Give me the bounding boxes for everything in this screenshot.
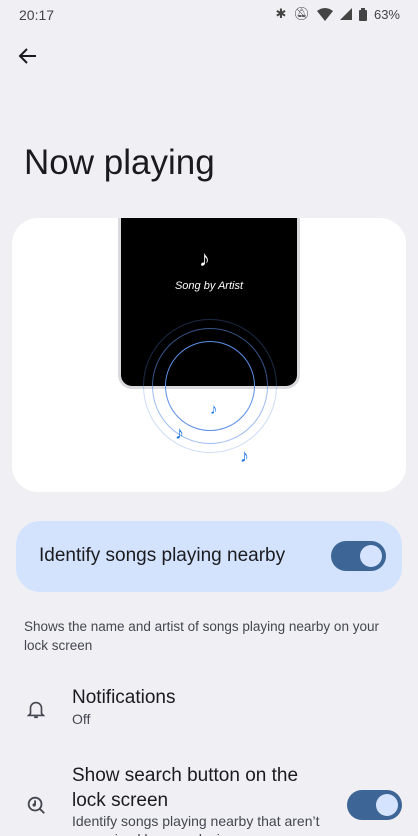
signal-icon — [339, 8, 352, 20]
wifi-icon — [316, 7, 333, 21]
back-arrow-icon[interactable] — [16, 44, 40, 68]
notifications-off-icon: 🔕︎ — [293, 6, 310, 21]
music-note-icon: ♪ — [210, 401, 218, 418]
status-bar: 20:17 ✱ 🔕︎ 63% — [0, 0, 418, 30]
bluetooth-icon: ✱ — [275, 6, 287, 21]
now-playing-illustration: ♪ Song by Artist ♪ ♪ ♪ — [12, 218, 406, 492]
show-search-button-switch[interactable] — [347, 790, 402, 820]
item-title: Notifications — [72, 687, 176, 708]
notifications-item[interactable]: Notifications Off — [0, 684, 418, 734]
feature-description: Shows the name and artist of songs playi… — [24, 619, 379, 653]
page-title: Now playing — [24, 143, 215, 182]
item-subtitle: Identify songs playing nearby that aren’… — [72, 813, 320, 836]
status-time: 20:17 — [19, 7, 55, 23]
identify-songs-switch[interactable] — [331, 541, 386, 571]
bell-icon — [26, 701, 46, 719]
music-search-icon — [27, 796, 45, 814]
show-search-button-item[interactable]: Show search button on the lock screen Id… — [0, 762, 418, 836]
music-note-icon: ♪ — [240, 446, 249, 466]
identify-songs-label: Identify songs playing nearby — [39, 545, 286, 566]
battery-icon — [358, 7, 367, 21]
song-text: Song by Artist — [174, 280, 244, 292]
item-title: Show search button on the lock screen — [72, 765, 299, 811]
identify-songs-toggle-row[interactable]: Identify songs playing nearby — [16, 521, 402, 592]
music-note-icon: ♪ — [175, 423, 184, 443]
music-note-icon: ♪ — [199, 246, 210, 271]
item-subtitle: Off — [72, 711, 91, 727]
battery-percent: 63% — [373, 6, 400, 22]
